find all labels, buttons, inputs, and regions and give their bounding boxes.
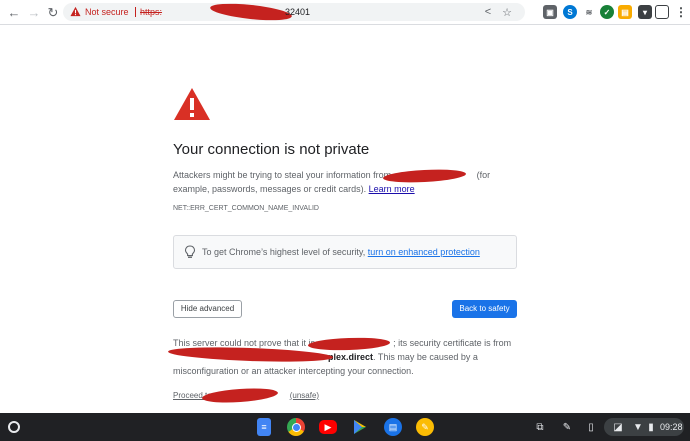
stylus-tray-icon[interactable]: ✎ [561, 421, 573, 433]
lock-extension-icon[interactable]: ▤ [618, 5, 632, 19]
clock[interactable]: 09:28 [660, 422, 683, 433]
capture-extension-icon[interactable]: ▣ [543, 5, 557, 19]
back-to-safety-button[interactable]: Back to safety [452, 300, 517, 318]
enhanced-protection-link[interactable]: turn on enhanced protection [368, 247, 480, 257]
omnibox[interactable]: Not secure https: 32401 < ☆ [63, 0, 525, 24]
youtube-app-icon[interactable]: ▶ [319, 420, 337, 434]
cert-host: plex.direct [328, 352, 374, 362]
not-secure-label[interactable]: Not secure [85, 5, 129, 19]
wave-extension-icon[interactable]: ≋ [582, 5, 596, 19]
para1-start: Attackers might be trying to steal your … [173, 170, 392, 180]
share-icon[interactable]: < [481, 5, 495, 19]
url-text[interactable]: https: [140, 5, 162, 19]
menu-icon[interactable]: ⋮ [674, 5, 688, 19]
url-port[interactable]: 32401 [285, 5, 310, 19]
screenshot-tray-icon[interactable]: ⧉ [534, 421, 546, 433]
warning-icon [174, 88, 210, 120]
vpn-icon[interactable]: ◪ [612, 421, 624, 433]
browser-toolbar: ← → ↻ Not secure https: 32401 < ☆ ▣ S ≋ … [0, 0, 690, 25]
forward-icon[interactable]: → [26, 4, 42, 20]
wifi-icon[interactable]: ▼ [632, 421, 644, 433]
battery-icon[interactable]: ▮ [645, 421, 657, 433]
chrome-app-icon[interactable] [287, 418, 305, 436]
phone-hub-icon[interactable]: ▯ [585, 421, 597, 433]
promo-text: To get Chrome’s highest level of securit… [202, 246, 480, 259]
warning-triangle-icon[interactable] [70, 6, 81, 17]
messages-app-icon[interactable]: ▤ [384, 418, 402, 436]
skype-extension-icon[interactable]: S [563, 5, 577, 19]
page-title: Your connection is not private [173, 141, 370, 158]
learn-more-link[interactable]: Learn more [369, 184, 415, 194]
attack-description: Attackers might be trying to steal your … [173, 168, 519, 196]
side-panel-icon[interactable] [655, 5, 669, 19]
para2-mid: ; its security certificate is from [393, 338, 512, 348]
error-code: NET::ERR_CERT_COMMON_NAME_INVALID [173, 205, 319, 212]
lightbulb-icon [184, 245, 196, 258]
para2-start: This server could not prove that it is [173, 338, 316, 348]
keep-app-icon[interactable]: ✎ [416, 418, 434, 436]
play-store-app-icon[interactable] [351, 418, 369, 436]
enhanced-protection-promo: To get Chrome’s highest level of securit… [173, 235, 517, 269]
reload-icon[interactable]: ↻ [45, 4, 61, 20]
bookmark-star-icon[interactable]: ☆ [500, 5, 514, 19]
green-extension-icon[interactable]: ✓ [600, 5, 614, 19]
hide-advanced-button[interactable]: Hide advanced [173, 300, 242, 318]
launcher-icon[interactable] [8, 421, 20, 433]
shield-extension-icon[interactable]: ▾ [638, 5, 652, 19]
proceed-suffix[interactable]: (unsafe) [290, 391, 319, 400]
url-separator [135, 7, 136, 17]
system-shelf: ≡ ▶ ▤ ✎ ⧉ ✎ ▯ ◪ ▼ ▮ 09:28 [0, 413, 690, 441]
promo-label: To get Chrome’s highest level of securit… [202, 247, 368, 257]
url-redaction [209, 0, 293, 24]
docs-app-icon[interactable]: ≡ [257, 418, 271, 436]
back-icon[interactable]: ← [6, 4, 22, 20]
